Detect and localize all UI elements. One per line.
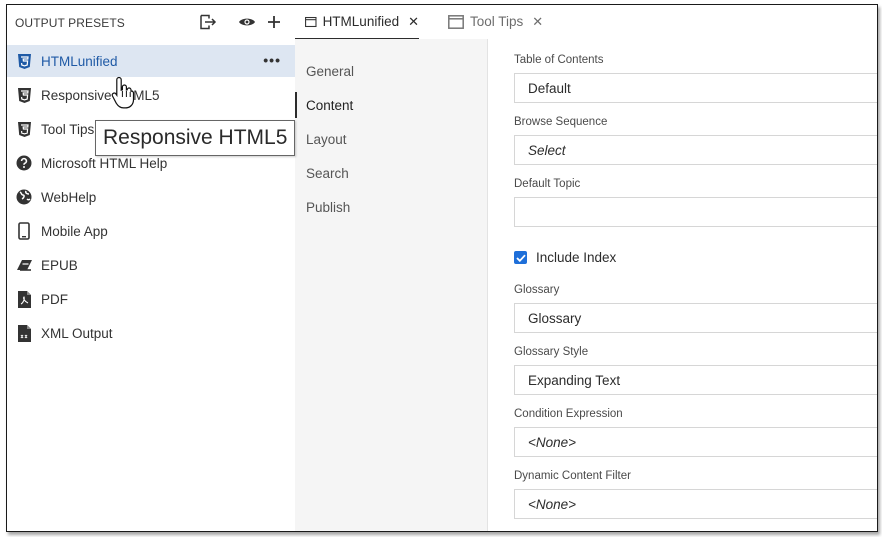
nav-label: Content (306, 97, 354, 113)
preset-mobile-app[interactable]: Mobile App (7, 215, 295, 247)
include-index-checkbox[interactable] (514, 251, 527, 264)
condition-expression-dropdown[interactable]: <None> (514, 427, 877, 457)
preset-pdf[interactable]: PDF (7, 283, 295, 315)
close-icon[interactable]: ✕ (408, 14, 419, 30)
toc-dropdown[interactable]: Default (514, 73, 877, 103)
preset-label: PDF (41, 291, 68, 307)
checkmark-icon (515, 254, 526, 262)
globe-icon (15, 188, 33, 206)
dynamic-content-filter-label: Dynamic Content Filter (514, 470, 631, 482)
xml-file-icon (15, 324, 33, 342)
export-icon[interactable] (197, 11, 219, 33)
html5-icon (15, 120, 33, 138)
mobile-phone-icon (15, 222, 33, 240)
output-presets-title: OUTPUT PRESETS (15, 16, 125, 30)
include-index-row: Include Index (514, 250, 616, 265)
browse-sequence-dropdown[interactable]: Select (514, 135, 877, 165)
preset-label: Mobile App (41, 223, 108, 239)
preset-label: Microsoft HTML Help (41, 155, 168, 171)
glossary-style-value: Expanding Text (528, 372, 621, 388)
output-presets-header: OUTPUT PRESETS (7, 5, 295, 41)
preset-label: WebHelp (41, 189, 97, 205)
tab-label: HTMLunified (322, 14, 400, 29)
preset-label: HTMLunified (41, 53, 118, 69)
nav-label: Publish (306, 199, 351, 215)
nav-search[interactable]: Search (295, 157, 487, 189)
app-window: OUTPUT PRESETS HTMLunified ••• Responsiv… (6, 4, 878, 532)
preset-tooltip: Responsive HTML5 (95, 120, 296, 156)
preset-label: XML Output (41, 325, 113, 341)
epub-icon (15, 256, 33, 274)
pdf-file-icon (15, 290, 33, 308)
default-topic-field[interactable] (514, 197, 877, 227)
plus-icon[interactable] (263, 11, 285, 33)
preset-label: Tool Tips (41, 121, 95, 137)
nav-label: Search (306, 165, 349, 181)
help-circle-icon (15, 154, 33, 172)
hand-cursor-icon (111, 76, 135, 109)
output-presets-panel: OUTPUT PRESETS HTMLunified ••• Responsiv… (7, 5, 295, 531)
document-tabs: HTMLunified ✕ Tool Tips ✕ (295, 5, 877, 40)
tab-htmlunified[interactable]: HTMLunified ✕ (295, 5, 419, 40)
dynamic-content-filter-value: <None> (528, 496, 577, 512)
include-index-label: Include Index (536, 250, 617, 265)
glossary-value: Glossary (528, 310, 582, 326)
close-icon[interactable]: ✕ (532, 14, 543, 30)
nav-general[interactable]: General (295, 55, 487, 87)
glossary-style-dropdown[interactable]: Expanding Text (514, 365, 877, 395)
preset-label: Responsive HTML5 (41, 87, 160, 103)
condition-expression-value: <None> (528, 434, 577, 450)
default-topic-label: Default Topic (514, 178, 581, 190)
glossary-style-label: Glossary Style (514, 346, 589, 358)
condition-expression-label: Condition Expression (514, 408, 623, 420)
window-icon (305, 16, 317, 27)
preset-epub[interactable]: EPUB (7, 249, 295, 281)
dynamic-content-filter-dropdown[interactable]: <None> (514, 489, 877, 519)
toc-value: Default (528, 80, 571, 96)
glossary-label: Glossary (514, 284, 560, 296)
nav-label: Layout (306, 131, 347, 147)
window-icon (448, 14, 464, 29)
preset-htmlunified[interactable]: HTMLunified ••• (7, 45, 295, 77)
content-settings-form: Table of Contents Default Browse Sequenc… (488, 39, 877, 531)
glossary-dropdown[interactable]: Glossary (514, 303, 877, 333)
nav-content[interactable]: Content (295, 89, 487, 121)
nav-label: General (306, 63, 355, 79)
preset-label: EPUB (41, 257, 78, 273)
settings-nav: General Content Layout Search Publish (295, 39, 488, 531)
tab-tool-tips[interactable]: Tool Tips ✕ (438, 5, 548, 38)
nav-layout[interactable]: Layout (295, 123, 487, 155)
more-options-icon[interactable]: ••• (263, 53, 281, 67)
tab-label: Tool Tips (470, 14, 524, 29)
preset-responsive-html5[interactable]: Responsive HTML5 (7, 79, 295, 111)
preset-webhelp[interactable]: WebHelp (7, 181, 295, 213)
browse-sequence-label: Browse Sequence (514, 116, 608, 128)
eye-icon[interactable] (236, 11, 258, 33)
nav-publish[interactable]: Publish (295, 191, 487, 223)
html5-icon (15, 86, 33, 104)
preset-xml-output[interactable]: XML Output (7, 317, 295, 349)
toc-label: Table of Contents (514, 54, 604, 66)
browse-sequence-value: Select (528, 142, 566, 158)
html5-icon (15, 52, 33, 70)
